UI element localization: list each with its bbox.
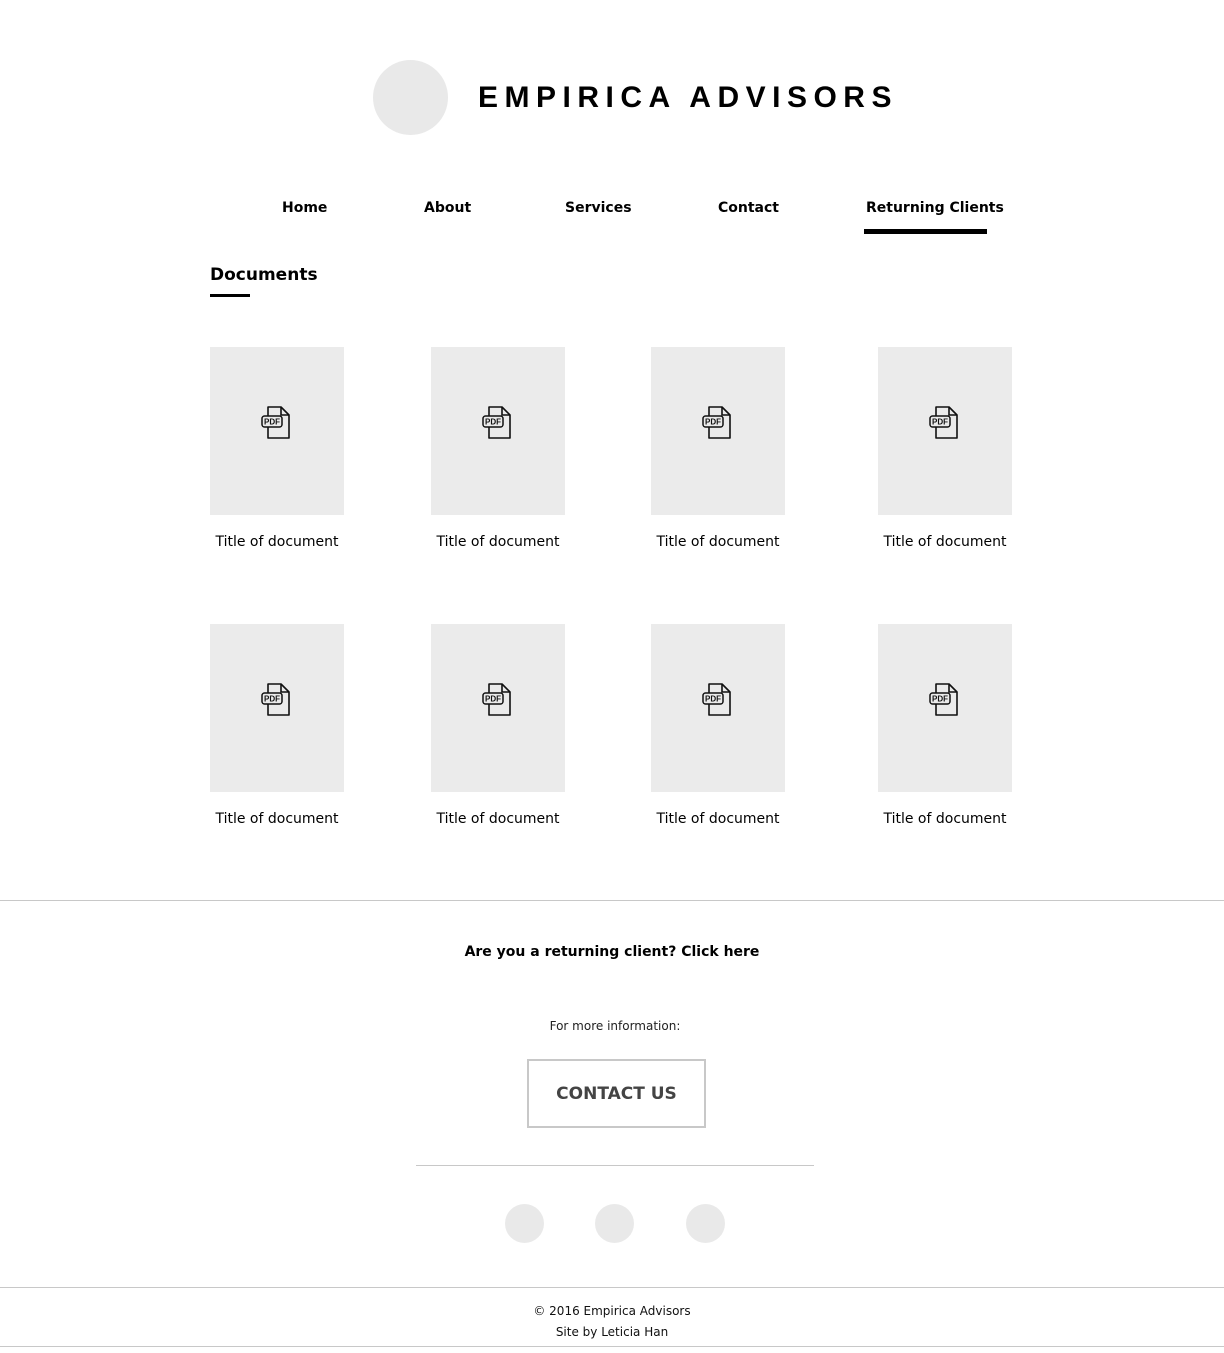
pdf-file-icon: PDF	[702, 406, 731, 439]
more-info-label: For more information:	[549, 1019, 681, 1033]
pdf-file-icon: PDF	[261, 683, 290, 716]
site-credit: Site by Leticia Han	[555, 1325, 669, 1339]
nav-returning-clients[interactable]: Returning Clients	[866, 198, 1004, 218]
document-card[interactable]: PDF	[878, 347, 1012, 515]
footer-top-border	[0, 1287, 1224, 1288]
social-icon-2[interactable]	[595, 1204, 634, 1243]
pdf-file-icon: PDF	[929, 683, 958, 716]
pdf-file-icon: PDF	[261, 406, 290, 439]
document-title[interactable]: Title of document	[860, 533, 1030, 551]
title-underline	[210, 294, 250, 297]
document-title[interactable]: Title of document	[860, 810, 1030, 828]
pdf-file-icon: PDF	[482, 406, 511, 439]
svg-text:PDF: PDF	[705, 418, 721, 427]
svg-text:PDF: PDF	[705, 695, 721, 704]
document-title[interactable]: Title of document	[192, 810, 362, 828]
document-card[interactable]: PDF	[431, 347, 565, 515]
document-card[interactable]: PDF	[210, 624, 344, 792]
svg-text:PDF: PDF	[485, 695, 501, 704]
site-title[interactable]: EMPIRICA ADVISORS	[478, 80, 898, 116]
document-card[interactable]: PDF	[651, 624, 785, 792]
footer-divider	[416, 1165, 814, 1166]
active-nav-indicator	[864, 229, 987, 234]
social-icon-3[interactable]	[686, 1204, 725, 1243]
nav-home[interactable]: Home	[282, 198, 327, 218]
svg-text:PDF: PDF	[264, 695, 280, 704]
copyright: © 2016 Empirica Advisors	[533, 1304, 691, 1318]
document-card[interactable]: PDF	[651, 347, 785, 515]
contact-us-button[interactable]: CONTACT US	[527, 1059, 706, 1128]
svg-text:PDF: PDF	[932, 695, 948, 704]
footer-bottom-border	[0, 1346, 1224, 1347]
nav-about[interactable]: About	[424, 198, 471, 218]
nav-services[interactable]: Services	[565, 198, 632, 218]
svg-text:PDF: PDF	[932, 418, 948, 427]
document-title[interactable]: Title of document	[633, 810, 803, 828]
document-card[interactable]: PDF	[210, 347, 344, 515]
document-title[interactable]: Title of document	[633, 533, 803, 551]
nav-contact[interactable]: Contact	[718, 198, 779, 218]
svg-text:PDF: PDF	[264, 418, 280, 427]
document-card[interactable]: PDF	[431, 624, 565, 792]
social-icon-1[interactable]	[505, 1204, 544, 1243]
pdf-file-icon: PDF	[702, 683, 731, 716]
logo-icon[interactable]	[373, 60, 448, 135]
page-title: Documents	[210, 265, 318, 285]
document-card[interactable]: PDF	[878, 624, 1012, 792]
section-divider	[0, 900, 1224, 901]
pdf-file-icon: PDF	[929, 406, 958, 439]
document-title[interactable]: Title of document	[413, 533, 583, 551]
svg-text:PDF: PDF	[485, 418, 501, 427]
returning-client-link[interactable]: Are you a returning client? Click here	[0, 942, 1224, 962]
pdf-file-icon: PDF	[482, 683, 511, 716]
document-title[interactable]: Title of document	[192, 533, 362, 551]
document-title[interactable]: Title of document	[413, 810, 583, 828]
